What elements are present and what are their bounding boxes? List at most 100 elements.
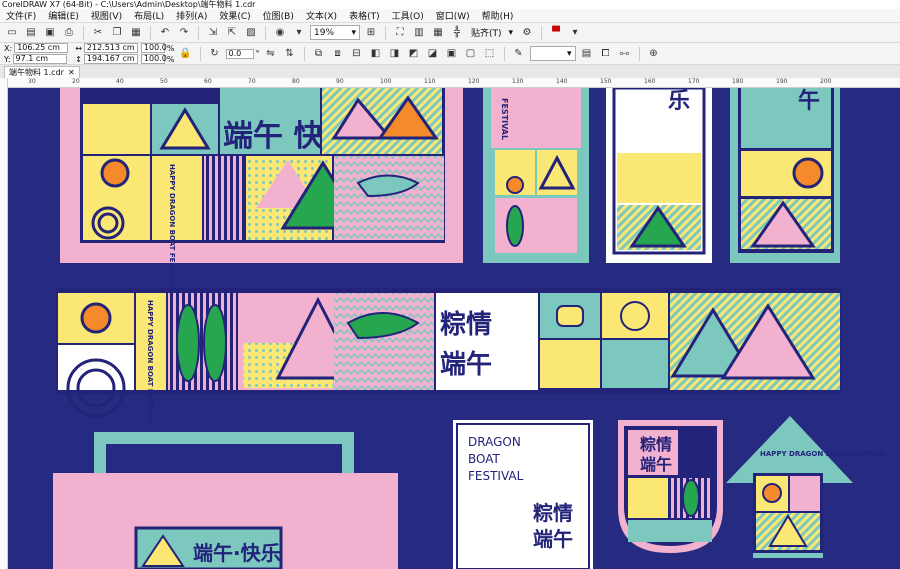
document-tabs: 端午物料 1.cdr ✕ [0, 65, 900, 78]
rotation-angle-input[interactable]: 0.0 [225, 48, 254, 59]
separator [150, 25, 151, 40]
property-bar: X: 106.25 cm Y: 97.1 cm ↔ 212.513 cm ↕ 194.1… [0, 43, 900, 65]
mirror-vertical-icon[interactable]: ⇅ [282, 46, 298, 62]
ruler-mark: 70 [248, 78, 256, 85]
tab-document[interactable]: 端午物料 1.cdr ✕ [4, 66, 80, 78]
redo-icon[interactable]: ↷ [176, 25, 192, 41]
weld-icon[interactable]: ◧ [368, 46, 384, 62]
vertical-banner-2[interactable]: 乐 [606, 88, 712, 263]
zoom-level-select[interactable]: 19% ▾ [310, 25, 360, 40]
top-banner[interactable]: 端午 快乐 HAPPY DRAGON BOAT FESTIVAL [60, 88, 463, 290]
open-folder-icon[interactable]: ▤ [23, 25, 39, 41]
to-back-icon[interactable]: ⧟ [617, 46, 633, 62]
vertical-ruler[interactable] [0, 78, 8, 569]
options-gear-icon[interactable]: ⚙ [519, 25, 535, 41]
vertical-banner-3[interactable]: 午 [730, 88, 840, 263]
create-boundary-icon[interactable]: ⬚ [482, 46, 498, 62]
rotate-icon: ↻ [210, 48, 219, 59]
corel-apps-icon[interactable]: ◉ [272, 25, 288, 41]
undo-icon[interactable]: ↶ [157, 25, 173, 41]
menu-item[interactable]: 编辑(E) [42, 9, 85, 22]
ungroup-all-icon[interactable]: ⊟ [349, 46, 365, 62]
save-icon[interactable]: ▣ [42, 25, 58, 41]
chevron-down-icon[interactable]: ▾ [567, 25, 583, 41]
separator [638, 46, 640, 61]
y-position-input[interactable]: 97.1 cm [12, 54, 67, 64]
wrap-text-icon[interactable]: ▤ [579, 46, 595, 62]
add-icon[interactable]: ⊕ [646, 46, 662, 62]
print-icon[interactable]: ⎙ [61, 25, 77, 41]
scale-y-row: 100.0% [140, 54, 175, 64]
menu-item[interactable]: 位图(B) [257, 9, 300, 22]
new-document-icon[interactable]: ▭ [4, 25, 20, 41]
snap-to-dropdown[interactable]: 贴齐(T) ▾ [468, 25, 516, 40]
back-minus-front-icon[interactable]: ▢ [463, 46, 479, 62]
close-icon[interactable]: ✕ [68, 68, 75, 77]
menu-item[interactable]: 视图(V) [85, 9, 128, 22]
ruler-mark: 150 [600, 78, 612, 85]
lock-ratio-icon[interactable]: 🔒 [178, 46, 194, 62]
arrow-sign[interactable]: HAPPY DRAGON BOAT FESTIVAL [726, 416, 886, 558]
menu-item[interactable]: 文件(F) [0, 9, 42, 22]
poster-festival-text: FESTIVAL [468, 469, 524, 483]
front-minus-back-icon[interactable]: ▣ [444, 46, 460, 62]
paste-icon[interactable]: ▦ [128, 25, 144, 41]
ungroup-icon[interactable]: ⧈ [330, 46, 346, 62]
tag-duanwu-text: 端午 [640, 455, 672, 474]
welcome-screen-icon[interactable]: ▀ [548, 25, 564, 41]
vertical-festival-text: HAPPY DRAGON BOAT FESTIVAL [168, 164, 176, 290]
ruler-mark: 200 [820, 78, 832, 85]
long-banner[interactable]: HAPPY DRAGON BOAT FESTIVAL 粽情 端午 [56, 288, 842, 426]
menu-item[interactable]: 效果(C) [213, 9, 256, 22]
arrow-festival-text: HAPPY DRAGON BOAT FESTIVAL [760, 450, 886, 458]
degree-label: ° [255, 49, 260, 58]
simplify-icon[interactable]: ◪ [425, 46, 441, 62]
height-input[interactable]: 194.167 cm [83, 54, 138, 64]
zoom-value: 19% [314, 27, 335, 38]
menu-item[interactable]: 文本(X) [300, 9, 343, 22]
menu-item[interactable]: 布局(L) [128, 9, 170, 22]
x-position-row: X: 106.25 cm [4, 43, 69, 53]
menu-item[interactable]: 帮助(H) [476, 9, 520, 22]
tote-bag[interactable]: 端午·快乐 [53, 432, 398, 569]
publish-pdf-icon[interactable]: ▨ [243, 25, 259, 41]
width-row: ↔ 212.513 cm [75, 43, 138, 53]
menu-item[interactable]: 工具(O) [386, 9, 430, 22]
x-label: X: [4, 43, 13, 53]
vertical-banner-1[interactable]: FESTIVAL [483, 88, 589, 263]
copy-icon[interactable]: ❐ [109, 25, 125, 41]
scale-x-row: 100.0% [140, 43, 175, 53]
shield-tag[interactable]: 粽情 端午 [618, 420, 723, 553]
import-icon[interactable]: ⇲ [205, 25, 221, 41]
percent-label: % [166, 43, 175, 53]
to-front-icon[interactable]: ⧠ [598, 46, 614, 62]
x-position-input[interactable]: 106.25 cm [14, 43, 69, 53]
width-input[interactable]: 212.513 cm [83, 43, 138, 53]
intersect-icon[interactable]: ◩ [406, 46, 422, 62]
show-grid-icon[interactable]: ▦ [430, 25, 446, 41]
zongqing-text: 粽情 [440, 310, 492, 340]
mirror-horizontal-icon[interactable]: ⇋ [263, 46, 279, 62]
scale-x-input[interactable]: 100.0 [140, 43, 167, 53]
trim-icon[interactable]: ◨ [387, 46, 403, 62]
tab-document-label: 端午物料 1.cdr [9, 68, 64, 77]
show-guidelines-icon[interactable]: ╬ [449, 25, 465, 41]
horizontal-ruler[interactable]: 30 20 40 50 60 70 80 90 100 110 120 130 140 150 160 170… [8, 78, 900, 88]
cut-icon[interactable]: ✂ [90, 25, 106, 41]
export-icon[interactable]: ⇱ [224, 25, 240, 41]
height-row: ↕ 194.167 cm [75, 54, 138, 64]
application-launcher-icon[interactable]: ▾ [291, 25, 307, 41]
outline-width-select[interactable]: ▾ [529, 46, 576, 61]
menu-item[interactable]: 表格(T) [343, 9, 386, 22]
ruler-mark: 110 [424, 78, 436, 85]
group-icon[interactable]: ⧉ [311, 46, 327, 62]
zoom-to-page-icon[interactable]: ⊞ [363, 25, 379, 41]
ruler-mark: 20 [72, 78, 80, 85]
menu-item[interactable]: 排列(A) [170, 9, 213, 22]
drawing-canvas[interactable]: 端午 快乐 HAPPY DRAGON BOAT FESTIVAL FESTIVA… [8, 88, 900, 569]
menu-item[interactable]: 窗口(W) [430, 9, 476, 22]
scale-y-input[interactable]: 100.0 [140, 54, 167, 64]
show-rulers-icon[interactable]: ▥ [411, 25, 427, 41]
full-screen-icon[interactable]: ⛶ [392, 25, 408, 41]
poster[interactable]: DRAGON BOAT FESTIVAL 粽情 端午 [453, 420, 593, 569]
